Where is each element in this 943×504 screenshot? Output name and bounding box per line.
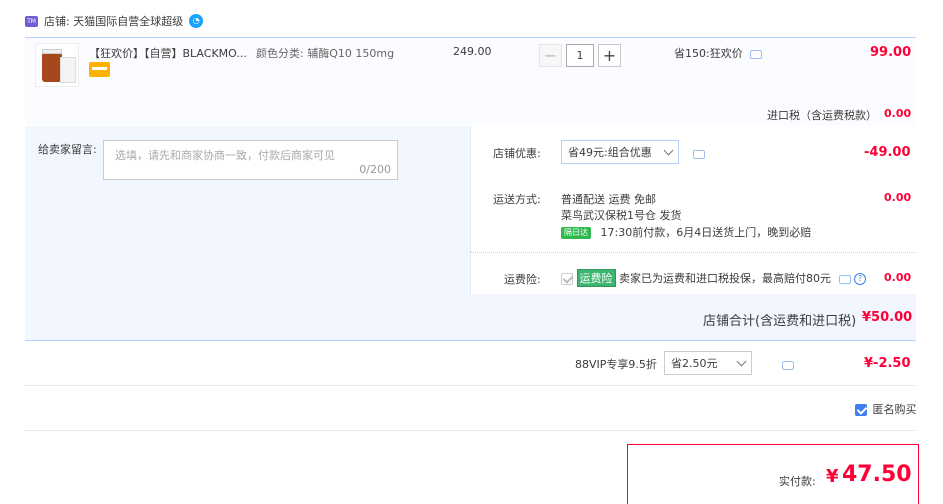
message-placeholder: 选填，请先和商家协商一致，付款后商家可见 <box>115 149 335 162</box>
insurance-info: 运费险 卖家已为运费和进口税投保，最高赔付80元 ? <box>561 269 866 287</box>
credit-card-icon <box>89 62 110 77</box>
seller-message-input[interactable]: 选填，请先和商家协商一致，付款后商家可见 0/200 <box>103 140 398 180</box>
comment-icon[interactable] <box>693 149 705 159</box>
unit-price: 249.00 <box>453 45 492 58</box>
product-title[interactable]: 【狂欢价】【自营】BLACKMO... <box>89 45 247 61</box>
item-subtotal: 99.00 <box>870 45 912 60</box>
item-discount-note: 省150:狂欢价 <box>674 45 763 61</box>
message-counter: 0/200 <box>359 163 391 176</box>
increase-button[interactable]: + <box>598 44 621 67</box>
tax-value: 0.00 <box>884 107 912 120</box>
shipping-delivery: 隔日达 17:30前付款，6月4日送货上门，晚到必赔 <box>561 224 811 240</box>
shop-chat-icon[interactable]: ◔ <box>189 14 204 28</box>
vip-discount-selected: 省2.50元 <box>671 357 718 370</box>
shipping-value: 0.00 <box>884 191 912 204</box>
chevron-down-icon <box>736 356 747 366</box>
insurance-checkbox <box>561 273 573 285</box>
shop-name[interactable]: 店铺: 天猫国际自营全球超级 <box>44 13 183 29</box>
shipping-warehouse: 菜鸟武汉保税1号仓 发货 <box>561 209 682 222</box>
insurance-value: 0.00 <box>884 271 912 284</box>
shop-discount-select[interactable]: 省49元:组合优惠 <box>561 140 679 164</box>
comment-icon[interactable] <box>750 49 763 59</box>
product-thumbnail[interactable] <box>35 43 79 87</box>
shop-total-value: ¥50.00 <box>862 310 913 325</box>
vip-discount-select[interactable]: 省2.50元 <box>664 351 752 375</box>
help-icon[interactable]: ? <box>854 273 866 285</box>
shop-discount-selected: 省49元:组合优惠 <box>568 146 652 159</box>
insurance-tag: 运费险 <box>576 269 616 287</box>
divider <box>25 385 916 386</box>
anonymous-purchase[interactable]: 匿名购买 <box>855 401 917 417</box>
shop-discount-value: -49.00 <box>864 145 911 160</box>
comment-icon[interactable] <box>781 360 794 370</box>
shop-total-label: 店铺合计(含运费和进口税) <box>703 314 857 329</box>
payment-currency: ¥ <box>826 466 839 487</box>
vip-value: ¥-2.50 <box>864 356 911 371</box>
shipping-method: 普通配送 运费 免邮 <box>561 193 656 206</box>
divider <box>25 430 916 431</box>
shop-header: TM 店铺: 天猫国际自营全球超级 ◔ <box>25 12 204 30</box>
anonymous-checkbox[interactable] <box>855 404 867 416</box>
shipping-label: 运送方式: <box>493 193 541 206</box>
next-day-badge: 隔日达 <box>561 227 591 239</box>
insurance-label: 运费险: <box>504 273 541 286</box>
payment-total: 47.50 <box>842 462 912 487</box>
chevron-down-icon <box>663 145 674 155</box>
shop-discount-label: 店铺优惠: <box>493 147 541 160</box>
tmall-shop-icon: TM <box>25 15 38 27</box>
insurance-text: 卖家已为运费和进口税投保，最高赔付80元 <box>619 272 831 285</box>
vip-label: 88VIP专享9.5折 <box>575 358 657 371</box>
item-discount-text: 省150:狂欢价 <box>674 47 743 60</box>
quantity-input[interactable]: 1 <box>566 44 594 67</box>
tax-label: 进口税（含运费税款） <box>767 109 877 122</box>
message-label: 给卖家留言: <box>38 143 97 156</box>
delivery-promise: 17:30前付款，6月4日送货上门，晚到必赔 <box>600 226 812 239</box>
product-spec: 颜色分类: 辅酶Q10 150mg <box>256 47 395 60</box>
anonymous-label: 匿名购买 <box>872 403 917 416</box>
decrease-button[interactable]: − <box>539 44 562 67</box>
payment-label: 实付款: <box>779 475 816 488</box>
quantity-stepper: − 1 + <box>539 44 621 67</box>
comment-icon[interactable] <box>838 274 851 284</box>
